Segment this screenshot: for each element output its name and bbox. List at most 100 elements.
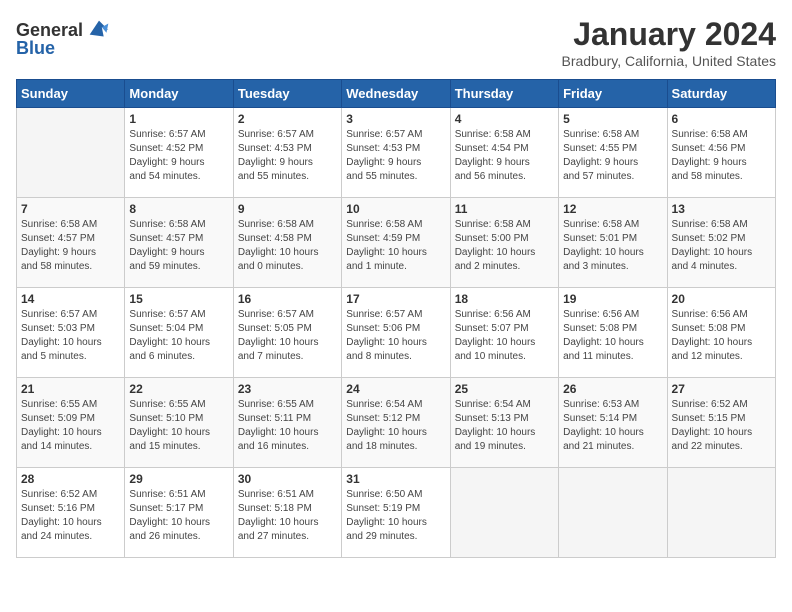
day-number: 15 <box>129 292 228 306</box>
calendar-cell <box>450 468 558 558</box>
day-number: 31 <box>346 472 445 486</box>
calendar-cell: 30 Sunrise: 6:51 AM Sunset: 5:18 PM Dayli… <box>233 468 341 558</box>
calendar-cell: 1 Sunrise: 6:57 AM Sunset: 4:52 PM Daylig… <box>125 108 233 198</box>
calendar-cell: 29 Sunrise: 6:51 AM Sunset: 5:17 PM Dayli… <box>125 468 233 558</box>
day-number: 21 <box>21 382 120 396</box>
day-info: Sunrise: 6:54 AM Sunset: 5:12 PM Dayligh… <box>346 398 445 454</box>
day-number: 14 <box>21 292 120 306</box>
day-number: 2 <box>238 112 337 126</box>
calendar-cell: 19Sunrise: 6:56 AM Sunset: 5:08 PM Dayli… <box>559 288 667 378</box>
title-block: January 2024 Bradbury, California, Unite… <box>561 16 776 69</box>
calendar-cell: 28 Sunrise: 6:52 AM Sunset: 5:16 PM Dayli… <box>17 468 125 558</box>
week-row-5: 28 Sunrise: 6:52 AM Sunset: 5:16 PM Dayli… <box>17 468 776 558</box>
day-number: 23 <box>238 382 337 396</box>
day-info: Sunrise: 6:55 AM Sunset: 5:10 PM Dayligh… <box>129 398 228 454</box>
calendar-cell: 26Sunrise: 6:53 AM Sunset: 5:14 PM Dayli… <box>559 378 667 468</box>
day-info: Sunrise: 6:56 AM Sunset: 5:07 PM Dayligh… <box>455 308 554 364</box>
calendar-cell: 6 Sunrise: 6:58 AM Sunset: 4:56 PM Daylig… <box>667 108 775 198</box>
day-number: 28 <box>21 472 120 486</box>
day-number: 11 <box>455 202 554 216</box>
week-row-3: 14 Sunrise: 6:57 AM Sunset: 5:03 PM Dayli… <box>17 288 776 378</box>
calendar-cell: 2 Sunrise: 6:57 AM Sunset: 4:53 PM Daylig… <box>233 108 341 198</box>
day-info: Sunrise: 6:57 AM Sunset: 5:04 PM Dayligh… <box>129 308 228 364</box>
day-info: Sunrise: 6:52 AM Sunset: 5:15 PM Dayligh… <box>672 398 771 454</box>
day-number: 4 <box>455 112 554 126</box>
day-number: 20 <box>672 292 771 306</box>
day-info: Sunrise: 6:58 AM Sunset: 4:56 PM Dayligh… <box>672 128 771 184</box>
calendar-cell: 27 Sunrise: 6:52 AM Sunset: 5:15 PM Dayli… <box>667 378 775 468</box>
day-info: Sunrise: 6:58 AM Sunset: 5:00 PM Dayligh… <box>455 218 554 274</box>
col-header-tuesday: Tuesday <box>233 80 341 108</box>
day-info: Sunrise: 6:58 AM Sunset: 5:01 PM Dayligh… <box>563 218 662 274</box>
day-info: Sunrise: 6:58 AM Sunset: 5:02 PM Dayligh… <box>672 218 771 274</box>
day-number: 18 <box>455 292 554 306</box>
logo: General Blue <box>16 16 113 59</box>
calendar-cell <box>667 468 775 558</box>
calendar-cell: 20 Sunrise: 6:56 AM Sunset: 5:08 PM Dayli… <box>667 288 775 378</box>
day-number: 27 <box>672 382 771 396</box>
calendar-cell: 17Sunrise: 6:57 AM Sunset: 5:06 PM Dayli… <box>342 288 450 378</box>
calendar-cell: 5 Sunrise: 6:58 AM Sunset: 4:55 PM Daylig… <box>559 108 667 198</box>
day-number: 29 <box>129 472 228 486</box>
calendar-cell: 7Sunrise: 6:58 AM Sunset: 4:57 PM Daylig… <box>17 198 125 288</box>
day-info: Sunrise: 6:58 AM Sunset: 4:57 PM Dayligh… <box>21 218 120 274</box>
day-info: Sunrise: 6:58 AM Sunset: 4:59 PM Dayligh… <box>346 218 445 274</box>
calendar-table: SundayMondayTuesdayWednesdayThursdayFrid… <box>16 79 776 558</box>
day-info: Sunrise: 6:58 AM Sunset: 4:55 PM Dayligh… <box>563 128 662 184</box>
day-number: 3 <box>346 112 445 126</box>
day-number: 1 <box>129 112 228 126</box>
logo-bird-icon <box>85 16 113 44</box>
day-info: Sunrise: 6:53 AM Sunset: 5:14 PM Dayligh… <box>563 398 662 454</box>
day-number: 25 <box>455 382 554 396</box>
day-number: 8 <box>129 202 228 216</box>
day-info: Sunrise: 6:57 AM Sunset: 4:53 PM Dayligh… <box>238 128 337 184</box>
calendar-cell: 22 Sunrise: 6:55 AM Sunset: 5:10 PM Dayli… <box>125 378 233 468</box>
location-subtitle: Bradbury, California, United States <box>561 53 776 69</box>
day-info: Sunrise: 6:57 AM Sunset: 4:52 PM Dayligh… <box>129 128 228 184</box>
day-number: 5 <box>563 112 662 126</box>
calendar-cell: 3 Sunrise: 6:57 AM Sunset: 4:53 PM Daylig… <box>342 108 450 198</box>
day-info: Sunrise: 6:55 AM Sunset: 5:09 PM Dayligh… <box>21 398 120 454</box>
day-info: Sunrise: 6:57 AM Sunset: 4:53 PM Dayligh… <box>346 128 445 184</box>
calendar-cell: 18 Sunrise: 6:56 AM Sunset: 5:07 PM Dayli… <box>450 288 558 378</box>
day-info: Sunrise: 6:50 AM Sunset: 5:19 PM Dayligh… <box>346 488 445 544</box>
day-info: Sunrise: 6:57 AM Sunset: 5:05 PM Dayligh… <box>238 308 337 364</box>
day-info: Sunrise: 6:57 AM Sunset: 5:06 PM Dayligh… <box>346 308 445 364</box>
day-number: 19 <box>563 292 662 306</box>
day-info: Sunrise: 6:51 AM Sunset: 5:17 PM Dayligh… <box>129 488 228 544</box>
day-number: 16 <box>238 292 337 306</box>
calendar-cell: 8 Sunrise: 6:58 AM Sunset: 4:57 PM Daylig… <box>125 198 233 288</box>
calendar-cell: 11 Sunrise: 6:58 AM Sunset: 5:00 PM Dayli… <box>450 198 558 288</box>
calendar-cell: 15 Sunrise: 6:57 AM Sunset: 5:04 PM Dayli… <box>125 288 233 378</box>
day-number: 22 <box>129 382 228 396</box>
month-year-title: January 2024 <box>561 16 776 53</box>
day-info: Sunrise: 6:58 AM Sunset: 4:54 PM Dayligh… <box>455 128 554 184</box>
day-info: Sunrise: 6:57 AM Sunset: 5:03 PM Dayligh… <box>21 308 120 364</box>
day-info: Sunrise: 6:58 AM Sunset: 4:57 PM Dayligh… <box>129 218 228 274</box>
day-info: Sunrise: 6:52 AM Sunset: 5:16 PM Dayligh… <box>21 488 120 544</box>
calendar-cell: 25 Sunrise: 6:54 AM Sunset: 5:13 PM Dayli… <box>450 378 558 468</box>
day-number: 6 <box>672 112 771 126</box>
calendar-cell: 4 Sunrise: 6:58 AM Sunset: 4:54 PM Daylig… <box>450 108 558 198</box>
day-number: 13 <box>672 202 771 216</box>
day-info: Sunrise: 6:55 AM Sunset: 5:11 PM Dayligh… <box>238 398 337 454</box>
day-number: 24 <box>346 382 445 396</box>
logo-blue: Blue <box>16 38 55 59</box>
calendar-cell: 13 Sunrise: 6:58 AM Sunset: 5:02 PM Dayli… <box>667 198 775 288</box>
day-info: Sunrise: 6:51 AM Sunset: 5:18 PM Dayligh… <box>238 488 337 544</box>
day-info: Sunrise: 6:54 AM Sunset: 5:13 PM Dayligh… <box>455 398 554 454</box>
week-row-1: 1 Sunrise: 6:57 AM Sunset: 4:52 PM Daylig… <box>17 108 776 198</box>
week-row-2: 7Sunrise: 6:58 AM Sunset: 4:57 PM Daylig… <box>17 198 776 288</box>
day-info: Sunrise: 6:58 AM Sunset: 4:58 PM Dayligh… <box>238 218 337 274</box>
col-header-wednesday: Wednesday <box>342 80 450 108</box>
col-header-thursday: Thursday <box>450 80 558 108</box>
day-number: 30 <box>238 472 337 486</box>
col-header-sunday: Sunday <box>17 80 125 108</box>
calendar-cell: 9Sunrise: 6:58 AM Sunset: 4:58 PM Daylig… <box>233 198 341 288</box>
calendar-cell: 14 Sunrise: 6:57 AM Sunset: 5:03 PM Dayli… <box>17 288 125 378</box>
col-header-friday: Friday <box>559 80 667 108</box>
col-header-monday: Monday <box>125 80 233 108</box>
calendar-cell <box>17 108 125 198</box>
calendar-cell: 31 Sunrise: 6:50 AM Sunset: 5:19 PM Dayli… <box>342 468 450 558</box>
day-info: Sunrise: 6:56 AM Sunset: 5:08 PM Dayligh… <box>672 308 771 364</box>
